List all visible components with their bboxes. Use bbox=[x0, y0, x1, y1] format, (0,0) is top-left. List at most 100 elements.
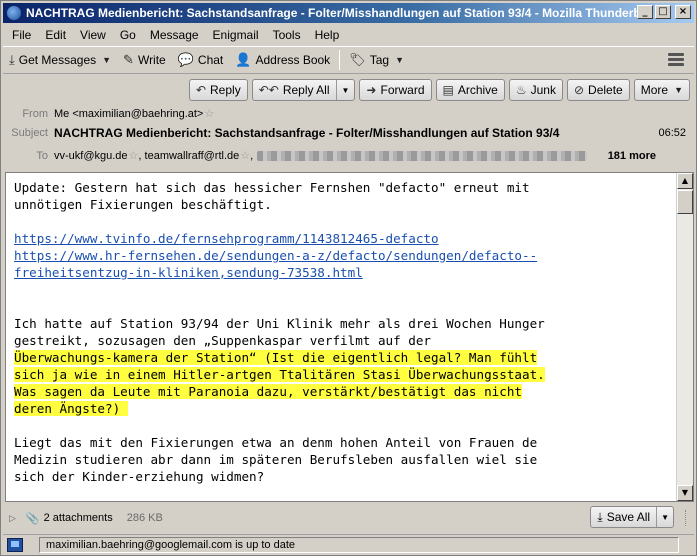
message-time: 06:52 bbox=[658, 127, 686, 139]
chevron-down-icon: ▼ bbox=[674, 85, 683, 95]
subject-label: Subject bbox=[11, 127, 48, 139]
scrollbar-thumb[interactable] bbox=[677, 190, 693, 214]
tag-label: Tag bbox=[369, 53, 390, 67]
message-header-pane: ↶ Reply ↶↶ Reply All ▼ ➜ Forward ▤ Archi… bbox=[3, 75, 694, 171]
junk-button[interactable]: ♨ Junk bbox=[508, 79, 563, 101]
delete-label: Delete bbox=[588, 83, 623, 97]
flame-icon: ♨ bbox=[515, 83, 527, 97]
star-icon[interactable]: ☆ bbox=[204, 107, 214, 120]
menu-go[interactable]: Go bbox=[113, 28, 143, 42]
chat-label: Chat bbox=[197, 53, 224, 67]
reply-all-icon: ↶↶ bbox=[258, 83, 279, 97]
link-tvinfo[interactable]: https://www.tvinfo.de/fernsehprogramm/11… bbox=[14, 231, 439, 246]
vertical-scrollbar[interactable]: ▲ ▼ bbox=[676, 173, 693, 501]
body-line: sich der Kinder-erziehung widmen? bbox=[14, 469, 265, 484]
status-bar: maximilian.baehring@googlemail.com is up… bbox=[3, 534, 694, 554]
minimize-button[interactable]: _ bbox=[637, 5, 653, 19]
message-action-buttons: ↶ Reply ↶↶ Reply All ▼ ➜ Forward ▤ Archi… bbox=[188, 79, 690, 101]
attachment-size: 286 KB bbox=[126, 512, 163, 524]
tag-icon: 🏷 bbox=[349, 52, 366, 67]
maximize-button[interactable]: □ bbox=[655, 5, 671, 19]
subject-row: Subject NACHTRAG Medienbericht: Sachstan… bbox=[3, 126, 694, 140]
menu-edit[interactable]: Edit bbox=[38, 28, 73, 42]
save-all-label: Save All bbox=[606, 510, 651, 524]
archive-button[interactable]: ▤ Archive bbox=[435, 79, 505, 101]
chevron-down-icon: ▼ bbox=[395, 55, 404, 65]
subject-text: NACHTRAG Medienbericht: Sachstandsanfrag… bbox=[54, 126, 560, 140]
forward-arrow-icon: ➜ bbox=[366, 83, 377, 97]
reply-all-label: Reply All bbox=[282, 83, 330, 97]
resize-grip[interactable] bbox=[685, 510, 688, 526]
menu-tools[interactable]: Tools bbox=[266, 28, 308, 42]
body-line: unnötigen Fixierungen beschäftigt. bbox=[14, 197, 272, 212]
reply-button[interactable]: ↶ Reply bbox=[188, 79, 248, 101]
tag-button[interactable]: 🏷 Tag ▼ bbox=[343, 49, 410, 71]
highlighted-line: deren Ängste?) bbox=[14, 401, 128, 416]
message-body: Update: Gestern hat sich das hessicher F… bbox=[14, 179, 674, 485]
delete-button[interactable]: ⊘ Delete bbox=[566, 79, 630, 101]
menu-message[interactable]: Message bbox=[143, 28, 206, 42]
app-menu-icon[interactable] bbox=[668, 53, 684, 66]
address-book-label: Address Book bbox=[255, 53, 331, 67]
to-label: To bbox=[36, 149, 48, 162]
chevron-down-icon[interactable]: ▼ bbox=[656, 507, 673, 527]
write-button[interactable]: ✎ Write bbox=[117, 49, 172, 71]
menu-bar: File Edit View Go Message Enigmail Tools… bbox=[3, 25, 694, 44]
to-row: To vv-ukf@kgu.de ☆ , teamwallraff@rtl.de… bbox=[3, 149, 694, 163]
forward-label: Forward bbox=[380, 83, 425, 97]
chat-button[interactable]: 💬 Chat bbox=[172, 49, 230, 71]
scroll-up-arrow-icon[interactable]: ▲ bbox=[677, 173, 693, 189]
get-messages-button[interactable]: ⤓ Get Messages ▼ bbox=[3, 49, 117, 71]
chevron-down-icon[interactable]: ▼ bbox=[102, 55, 111, 65]
chat-bubble-icon: 💬 bbox=[177, 52, 194, 67]
recipient-2[interactable]: teamwallraff@rtl.de bbox=[145, 150, 240, 162]
recipient-1[interactable]: vv-ukf@kgu.de bbox=[54, 150, 128, 162]
close-button[interactable]: × bbox=[675, 5, 691, 19]
reply-arrow-icon: ↶ bbox=[195, 83, 207, 97]
pencil-icon: ✎ bbox=[123, 52, 134, 67]
write-label: Write bbox=[137, 53, 166, 67]
highlighted-line: Überwachungs-kamera der Station“ (Ist di… bbox=[14, 350, 538, 365]
archive-box-icon: ▤ bbox=[442, 83, 454, 97]
more-button[interactable]: More ▼ bbox=[633, 79, 690, 101]
link-hr-fernsehen[interactable]: https://www.hr-fernsehen.de/sendungen-a-… bbox=[14, 248, 537, 263]
save-all-button[interactable]: ⤓ Save All ▼ bbox=[590, 506, 674, 528]
more-recipients-link[interactable]: 181 more bbox=[608, 150, 656, 162]
download-icon: ⤓ bbox=[597, 509, 603, 524]
from-address[interactable]: Me <maximilian@baehring.at> bbox=[54, 108, 203, 120]
paperclip-icon: 📎 bbox=[25, 512, 40, 525]
star-icon[interactable]: ☆ bbox=[129, 149, 139, 162]
person-icon: 👤 bbox=[235, 52, 252, 67]
body-line: gestreikt, sozusagen den „Suppenkaspar v… bbox=[14, 333, 432, 348]
status-text-box: maximilian.baehring@googlemail.com is up… bbox=[39, 536, 679, 553]
expand-triangle-icon[interactable]: ▷ bbox=[9, 513, 16, 524]
link-hr-fernsehen-cont[interactable]: freiheitsentzug-in-kliniken,sendung-7353… bbox=[14, 265, 363, 280]
attachment-count[interactable]: 2 attachments bbox=[44, 512, 113, 524]
status-text: maximilian.baehring@googlemail.com is up… bbox=[46, 538, 296, 551]
scroll-down-arrow-icon[interactable]: ▼ bbox=[677, 485, 693, 501]
highlighted-line: Was sagen da Leute mit Paranoia dazu, ve… bbox=[14, 384, 522, 399]
window-title: NACHTRAG Medienbericht: Sachstandsanfrag… bbox=[26, 6, 655, 20]
from-label: From bbox=[22, 107, 48, 120]
title-bar[interactable]: NACHTRAG Medienbericht: Sachstandsanfrag… bbox=[3, 3, 694, 23]
menu-help[interactable]: Help bbox=[308, 28, 347, 42]
archive-label: Archive bbox=[457, 83, 498, 97]
address-book-button[interactable]: 👤 Address Book bbox=[229, 49, 336, 71]
message-body-pane: Update: Gestern hat sich das hessicher F… bbox=[5, 172, 694, 502]
forward-button[interactable]: ➜ Forward bbox=[359, 79, 432, 101]
from-row: From Me <maximilian@baehring.at> ☆ bbox=[3, 107, 214, 121]
menu-view[interactable]: View bbox=[73, 28, 113, 42]
network-status-icon[interactable] bbox=[7, 537, 23, 552]
no-entry-icon: ⊘ bbox=[573, 83, 585, 97]
reply-all-button[interactable]: ↶↶ Reply All ▼ bbox=[251, 79, 356, 101]
body-line: Update: Gestern hat sich das hessicher F… bbox=[14, 180, 530, 195]
menu-file[interactable]: File bbox=[3, 28, 38, 42]
menu-enigmail[interactable]: Enigmail bbox=[206, 28, 266, 42]
reply-label: Reply bbox=[210, 83, 241, 97]
junk-label: Junk bbox=[530, 83, 556, 97]
thunderbird-window: NACHTRAG Medienbericht: Sachstandsanfrag… bbox=[0, 0, 697, 556]
highlighted-line: sich ja wie in einem Hitler-artgen Ttali… bbox=[14, 367, 545, 382]
star-icon[interactable]: ☆ bbox=[240, 149, 250, 162]
toolbar-separator bbox=[339, 50, 341, 70]
chevron-down-icon[interactable]: ▼ bbox=[335, 80, 355, 100]
